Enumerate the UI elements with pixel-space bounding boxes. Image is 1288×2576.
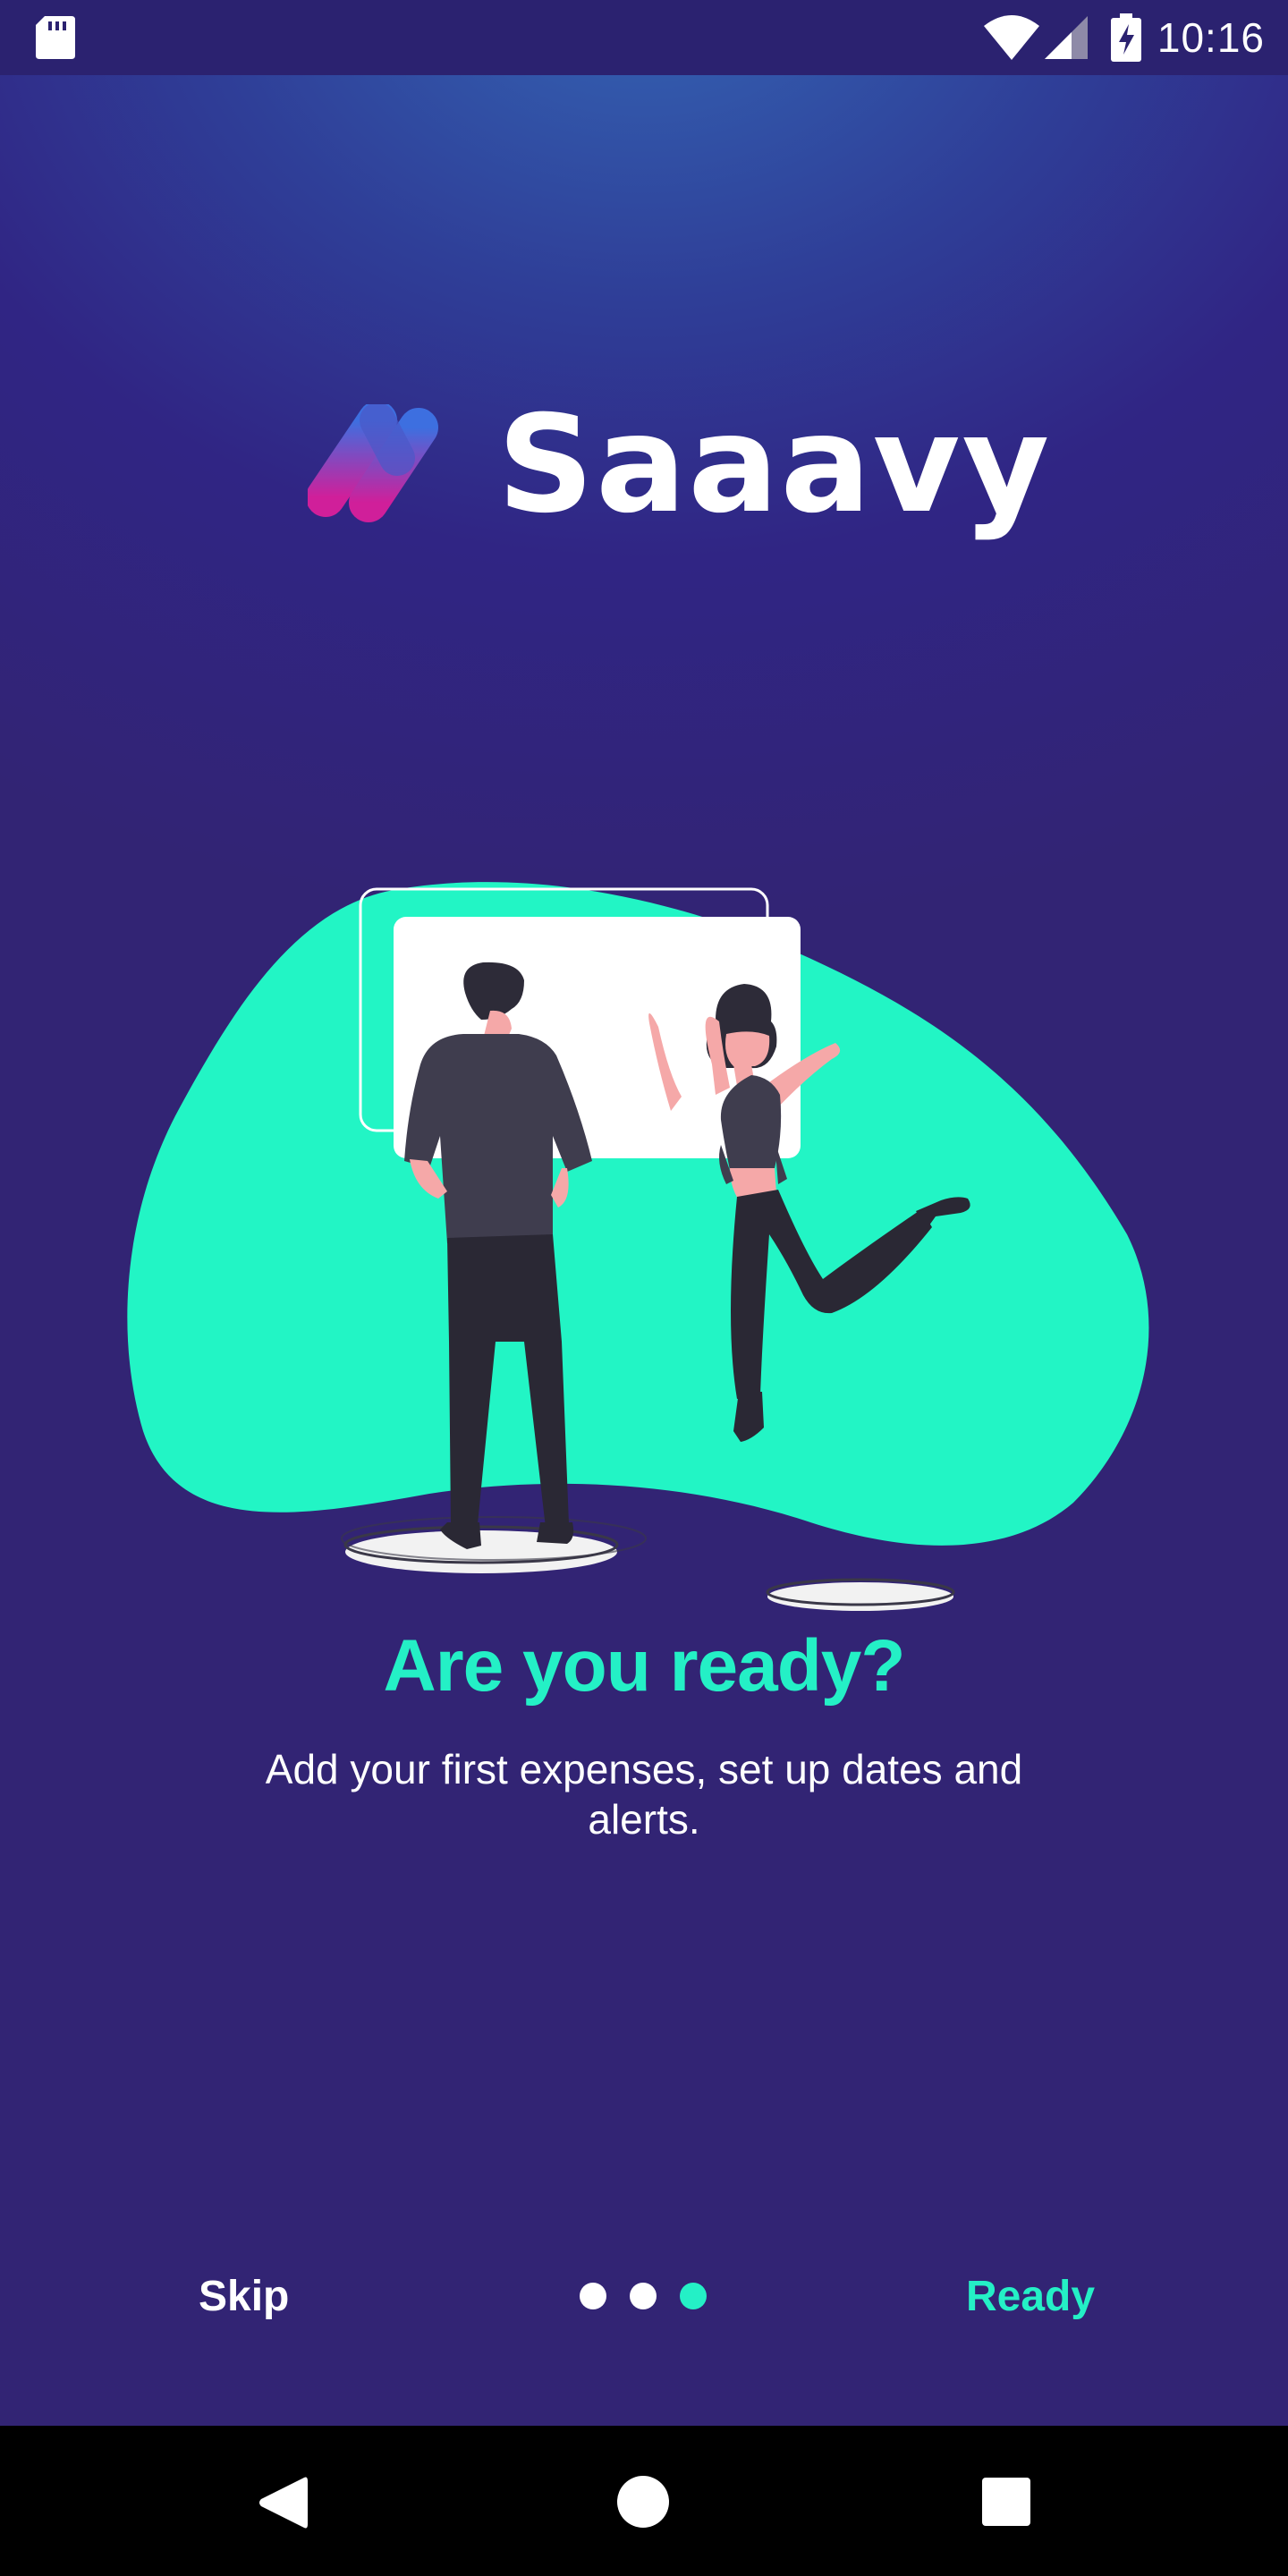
home-icon[interactable] bbox=[617, 2476, 669, 2528]
wifi-icon bbox=[983, 15, 1039, 60]
app-name: Saaavy bbox=[497, 387, 1052, 543]
saaavy-logo-icon bbox=[308, 404, 438, 522]
platform-left bbox=[345, 1530, 617, 1573]
status-time: 10:16 bbox=[1157, 14, 1265, 61]
page-dot-3-active[interactable] bbox=[680, 2283, 707, 2309]
page-dot-2[interactable] bbox=[630, 2283, 657, 2309]
signal-icon bbox=[1044, 16, 1088, 59]
skip-button[interactable]: Skip bbox=[199, 2268, 289, 2326]
page-indicator bbox=[580, 2283, 730, 2309]
status-icons: 10:16 bbox=[983, 0, 1265, 75]
page-dot-1[interactable] bbox=[580, 2283, 606, 2309]
sd-card-icon bbox=[36, 16, 75, 59]
onboarding-illustration bbox=[127, 882, 1149, 1611]
battery-charging-icon bbox=[1110, 13, 1141, 62]
status-bar: 10:16 bbox=[0, 0, 1288, 75]
platform-right bbox=[767, 1582, 953, 1611]
navigation-bar bbox=[0, 2426, 1288, 2576]
recent-apps-icon[interactable] bbox=[982, 2478, 1030, 2526]
ready-button[interactable]: Ready bbox=[966, 2268, 1095, 2326]
onboarding-description: Add your first expenses, set up dates an… bbox=[265, 1746, 1023, 1843]
back-icon[interactable] bbox=[258, 2476, 308, 2529]
onboarding-headline: Are you ready? bbox=[383, 1625, 906, 1707]
onboarding-screen: 10:16 Saaavy Are you ready? Add your fir… bbox=[0, 0, 1288, 2576]
